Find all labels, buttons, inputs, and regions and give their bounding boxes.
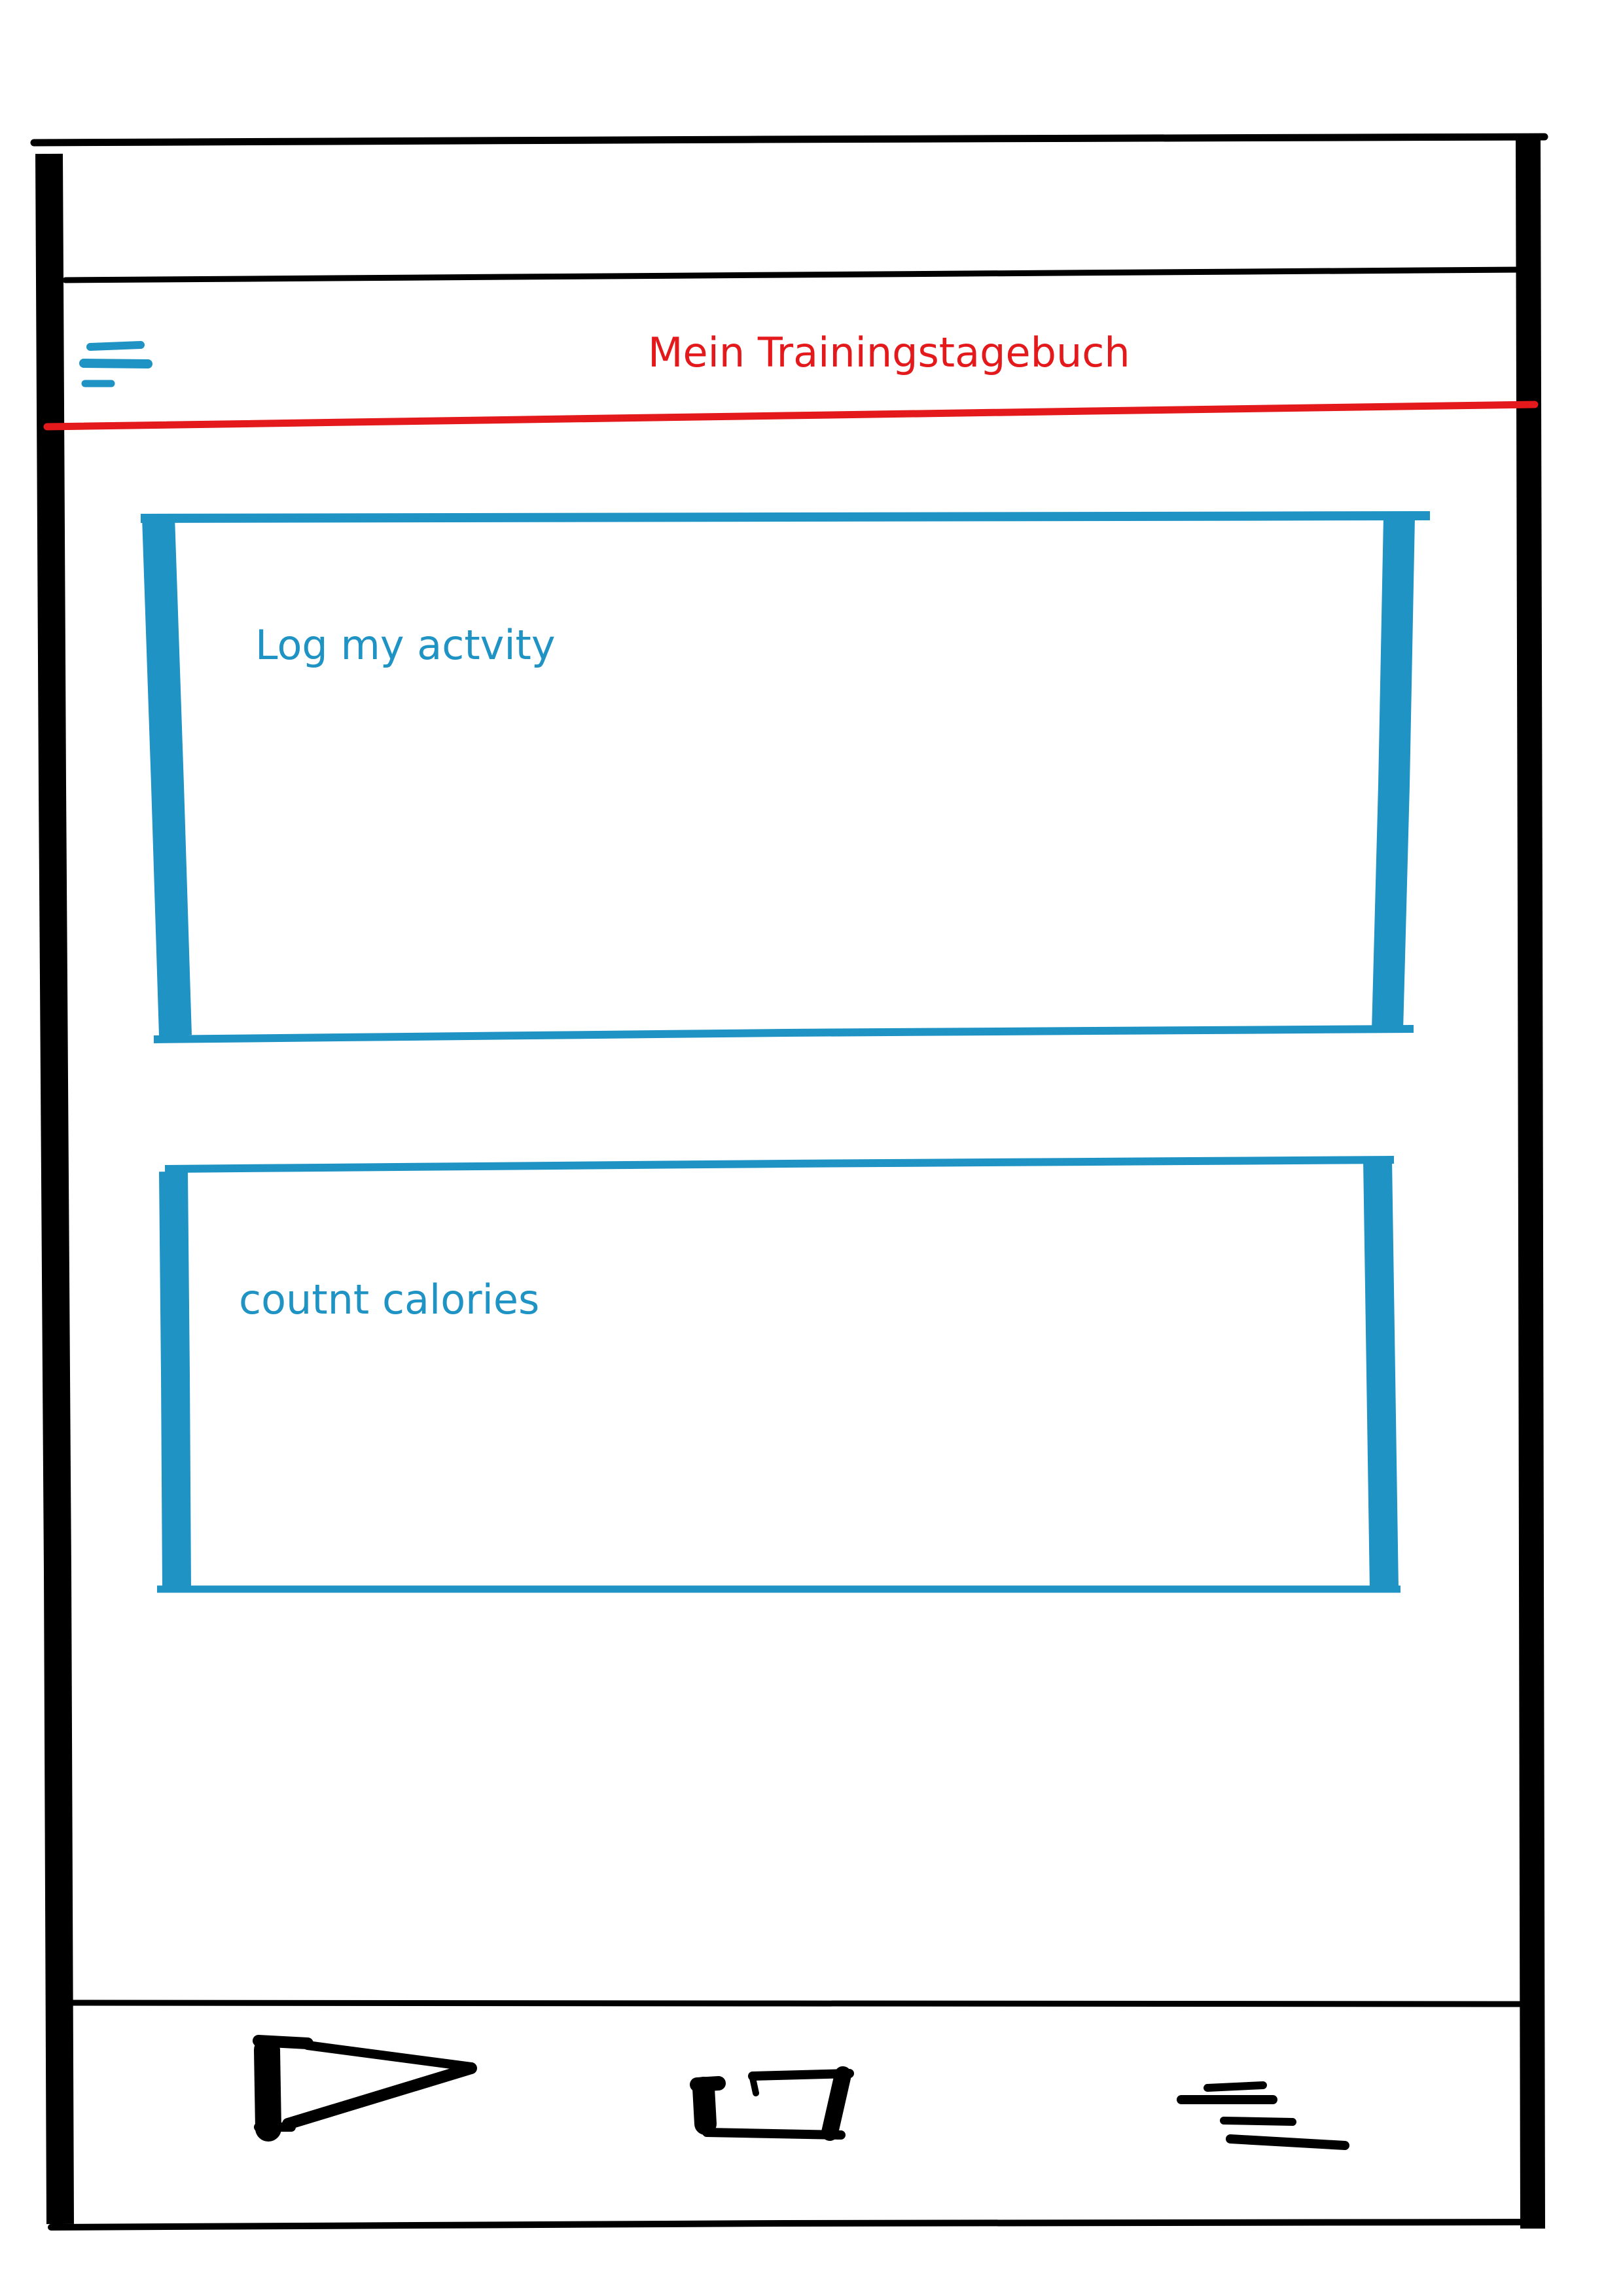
status-bar-divider <box>62 266 1523 283</box>
header-underline <box>43 401 1539 431</box>
frame-top-edge <box>30 133 1548 147</box>
nav-play-button[interactable] <box>252 2029 481 2153</box>
bottom-nav-divider <box>69 2000 1523 2007</box>
frame-left-edge <box>35 153 74 2225</box>
frame-right-edge <box>1516 137 1545 2229</box>
nav-home-button[interactable] <box>681 2049 864 2153</box>
nav-menu-button[interactable] <box>1171 2068 1361 2166</box>
app-title: Mein Trainingstagebuch <box>648 329 1130 376</box>
hamburger-menu-button[interactable] <box>75 327 160 399</box>
frame-bottom-edge <box>48 2219 1544 2231</box>
card-count-calories[interactable] <box>160 1162 1391 1587</box>
card-log-activity[interactable] <box>151 517 1414 1034</box>
